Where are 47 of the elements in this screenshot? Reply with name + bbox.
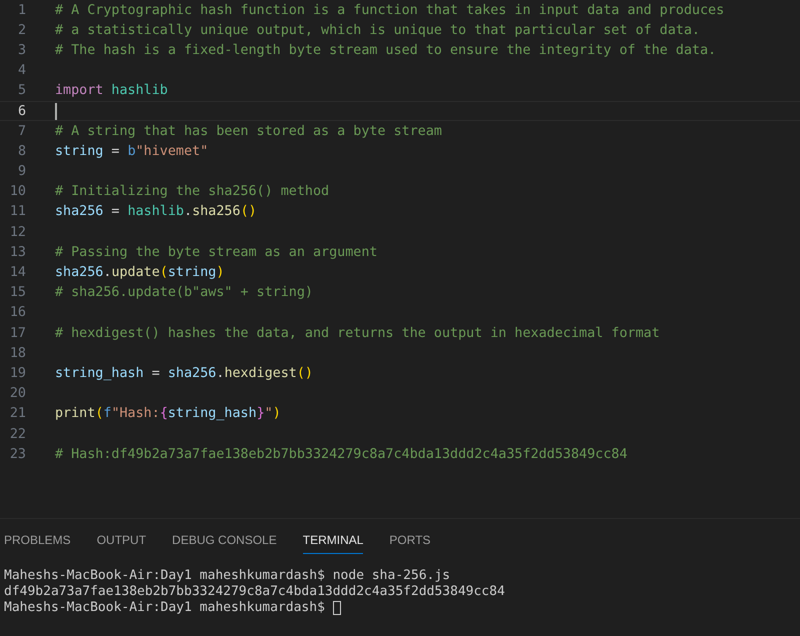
line-number: 1 bbox=[16, 2, 26, 18]
code-line: # sha256.update(b"aws" + string) bbox=[55, 285, 313, 300]
line-number: 4 bbox=[16, 63, 26, 78]
line-number: 18 bbox=[8, 346, 26, 361]
line-number: 14 bbox=[8, 265, 26, 280]
code-line: # A Cryptographic hash function is a function that takes in input data and produces bbox=[55, 2, 724, 18]
line-number: 10 bbox=[8, 184, 26, 200]
text-cursor bbox=[55, 102, 57, 120]
line-number: 9 bbox=[16, 164, 26, 180]
panel-tab[interactable]: PROBLEMS bbox=[4, 531, 71, 554]
line-number: 22 bbox=[8, 426, 26, 442]
line-number: 2 bbox=[16, 22, 26, 38]
line-number: 15 bbox=[8, 285, 26, 300]
line-number: 23 bbox=[8, 446, 26, 462]
code-line: # Initializing the sha256() method bbox=[55, 184, 330, 200]
code-line: string_hash = sha256.hexdigest() bbox=[55, 366, 313, 381]
terminal-line: Maheshs-MacBook-Air:Day1 maheshkumardash$ bbox=[4, 600, 326, 616]
line-number: 7 bbox=[16, 124, 26, 139]
code-line: string = b"hivemet" bbox=[55, 144, 208, 159]
line-number: 6 bbox=[16, 104, 26, 119]
code-line: # Passing the byte stream as an argument bbox=[55, 244, 378, 260]
code-line: sha256 = hashlib.sha256() bbox=[55, 204, 257, 220]
panel-tab[interactable]: PORTS bbox=[389, 531, 431, 554]
line-number: 5 bbox=[16, 83, 26, 98]
terminal-line: df49b2a73a7fae138eb2b7bb3324279c8a7c4bda13ddd2c4a35f2dd53849cc84 bbox=[4, 584, 505, 600]
panel-tab[interactable]: DEBUG CONSOLE bbox=[172, 531, 277, 554]
line-number: 11 bbox=[8, 204, 26, 220]
code-line: # a statistically unique output, which is unique to that particular set of data. bbox=[55, 22, 700, 38]
line-number: 8 bbox=[16, 144, 26, 159]
code-line: # hexdigest() hashes the data, and returns the output in hexadecimal format bbox=[55, 326, 660, 341]
line-number: 16 bbox=[8, 305, 26, 320]
code-line: # The hash is a fixed-length byte stream used to ensure the integrity of the data. bbox=[55, 42, 716, 58]
code-line: print(f"Hash:{string_hash}") bbox=[55, 406, 281, 422]
code-line: # Hash:df49b2a73a7fae138eb2b7bb3324279c8a7c4bda13ddd2c4a35f2dd53849cc84 bbox=[55, 446, 628, 462]
code-line: # A string that has been stored as a byte stream bbox=[55, 124, 442, 139]
line-number: 17 bbox=[8, 326, 26, 341]
code-line: sha256.update(string) bbox=[55, 265, 224, 280]
line-number: 20 bbox=[8, 386, 26, 402]
line-number: 19 bbox=[8, 366, 26, 381]
terminal-line: Maheshs-MacBook-Air:Day1 maheshkumardash$ node sha-256.js bbox=[4, 568, 450, 584]
line-number: 21 bbox=[8, 406, 26, 422]
line-number: 12 bbox=[8, 224, 26, 240]
line-number: 13 bbox=[8, 244, 26, 260]
line-number: 3 bbox=[16, 42, 26, 58]
panel-tab[interactable]: OUTPUT bbox=[96, 531, 146, 554]
panel-tab[interactable]: TERMINAL bbox=[302, 531, 364, 554]
code-line: import hashlib bbox=[55, 83, 168, 98]
